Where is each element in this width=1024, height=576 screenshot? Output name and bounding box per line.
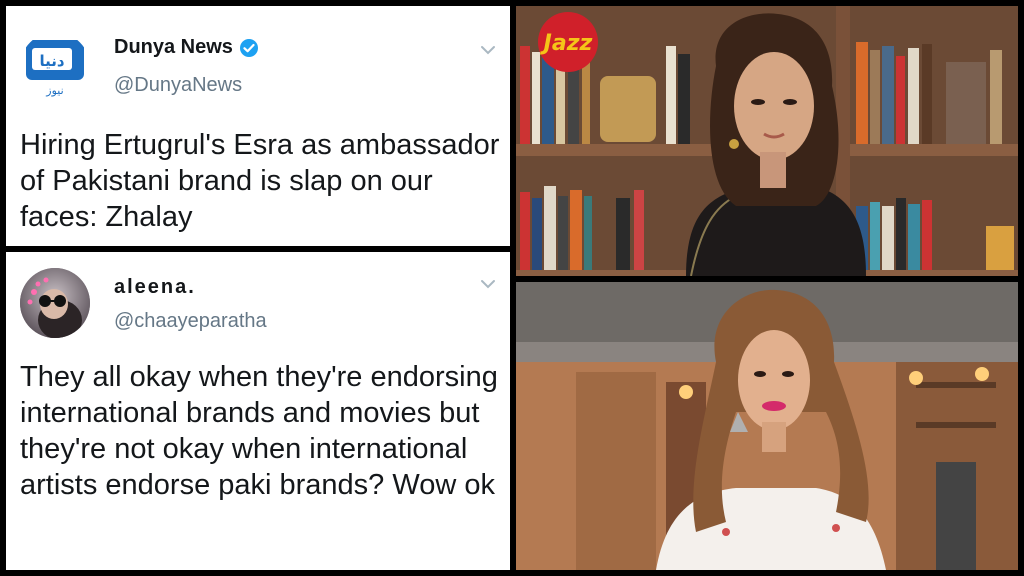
woman-cafe-image xyxy=(516,282,1018,570)
woman-bookshelf-image: Jazz xyxy=(516,6,1018,276)
display-name-row: aleena. xyxy=(114,276,196,299)
handle[interactable]: @DunyaNews xyxy=(114,74,242,97)
handle[interactable]: @chaayeparatha xyxy=(114,310,267,333)
verified-badge-icon xyxy=(239,38,258,57)
tweet-card-dunya-news: دنیا نیوز Dunya News @DunyaNews Hiring E… xyxy=(6,6,510,246)
display-name[interactable]: aleena. xyxy=(114,276,196,299)
avatar-logo-subtext: نیوز xyxy=(45,84,63,97)
tweet-card-aleena: aleena. @chaayeparatha They all okay whe… xyxy=(6,252,510,570)
avatar-logo-text: دنیا xyxy=(39,52,64,70)
display-name[interactable]: Dunya News xyxy=(114,36,233,59)
chevron-down-icon[interactable] xyxy=(480,42,496,58)
display-name-row: Dunya News xyxy=(114,36,259,59)
user-photo-icon xyxy=(20,268,90,338)
photo-woman-cafe[interactable] xyxy=(516,282,1018,570)
photo-woman-bookshelf[interactable]: Jazz xyxy=(516,6,1018,276)
avatar[interactable] xyxy=(20,268,90,338)
jazz-logo: Jazz xyxy=(540,31,593,56)
tweet-text: They all okay when they're endorsing int… xyxy=(20,361,498,501)
chevron-down-icon[interactable] xyxy=(480,276,496,292)
avatar[interactable]: دنیا نیوز xyxy=(20,32,90,102)
dunya-news-logo-icon: دنیا نیوز xyxy=(26,40,84,97)
tweet-text: Hiring Ertugrul's Esra as ambassador of … xyxy=(20,129,500,233)
